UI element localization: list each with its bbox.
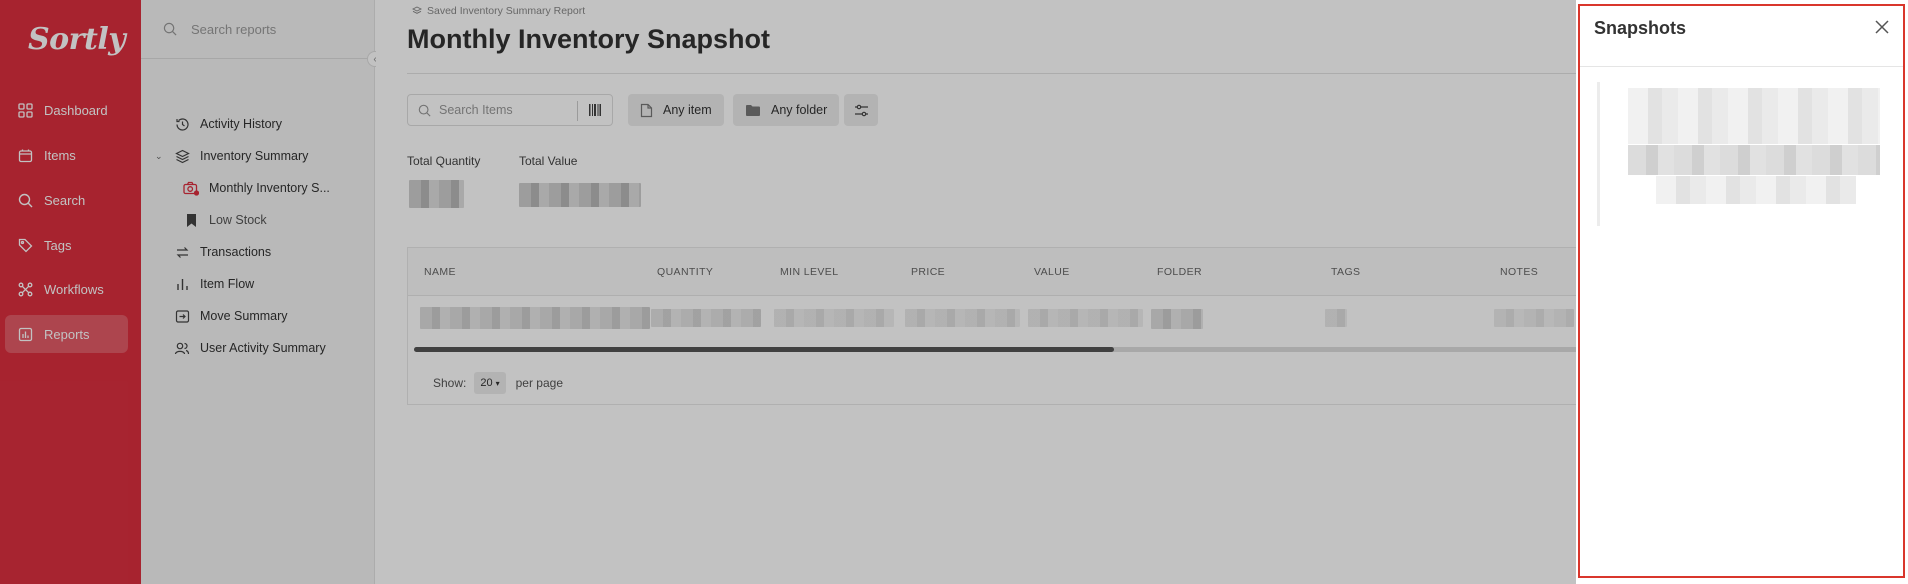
- snapshot-timeline-bar: [1597, 82, 1600, 226]
- close-icon: [1874, 19, 1890, 35]
- panel-title: Snapshots: [1594, 18, 1687, 38]
- divider: [1580, 66, 1903, 67]
- snapshot-thumbnail-redacted: [1628, 88, 1880, 144]
- modal-backdrop[interactable]: [0, 0, 1576, 584]
- close-panel-button[interactable]: [1872, 17, 1892, 37]
- snapshot-date-redacted: [1656, 176, 1856, 204]
- snapshot-title-redacted: [1628, 145, 1880, 175]
